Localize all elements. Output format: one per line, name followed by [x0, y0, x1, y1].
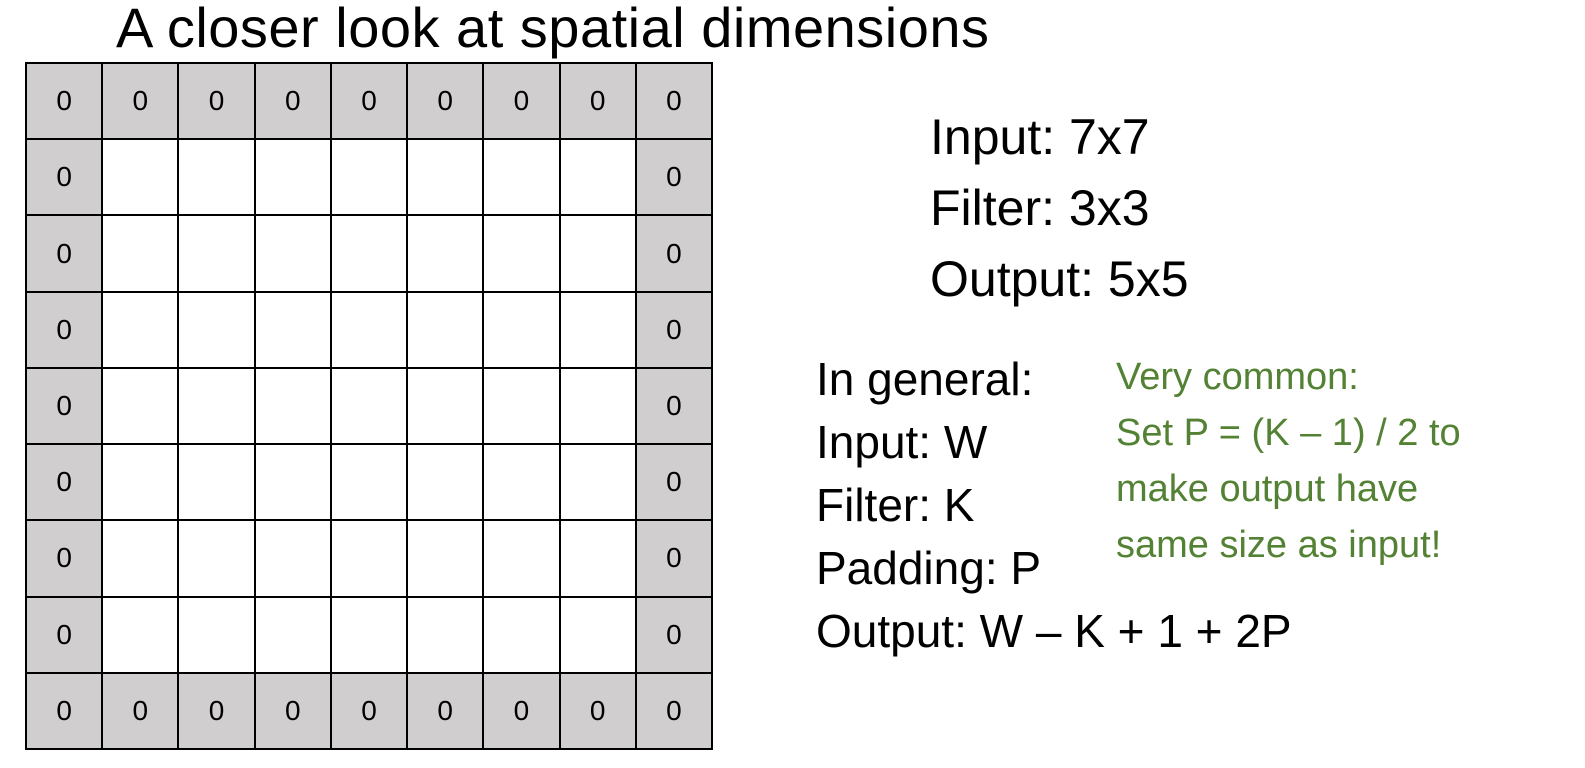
padding-cell: 0 [635, 63, 712, 140]
input-cell [254, 444, 331, 521]
input-cell [407, 596, 484, 673]
input-cell [330, 444, 408, 521]
input-cell [559, 139, 636, 216]
padding-cell: 0 [559, 63, 636, 140]
input-cell [102, 596, 179, 673]
input-cell [483, 520, 560, 597]
padding-tip: Very common: Set P = (K – 1) / 2 to make… [1116, 349, 1461, 573]
padding-cell: 0 [102, 63, 179, 140]
padding-cell: 0 [254, 672, 331, 749]
padding-cell: 0 [635, 672, 712, 749]
input-cell [254, 291, 331, 368]
input-cell [330, 139, 408, 216]
input-cell [483, 215, 560, 292]
input-cell [102, 291, 179, 368]
input-cell [407, 367, 484, 445]
input-cell [483, 291, 560, 368]
input-cell [178, 139, 255, 216]
padding-cell: 0 [635, 444, 712, 521]
input-cell [102, 139, 179, 216]
input-cell [407, 215, 484, 292]
example-output: Output: 5x5 [930, 251, 1189, 307]
input-cell [178, 215, 255, 292]
input-cell [483, 367, 560, 445]
input-cell [254, 596, 331, 673]
example-input: Input: 7x7 [930, 109, 1150, 165]
input-cell [483, 139, 560, 216]
input-cell [330, 291, 408, 368]
padding-cell: 0 [407, 672, 484, 749]
padded-input-grid: 00000000000000000000000000000000 [25, 62, 713, 750]
padding-cell: 0 [635, 215, 712, 292]
input-cell [178, 596, 255, 673]
input-cell [254, 367, 331, 445]
input-cell [102, 367, 179, 445]
padding-cell: 0 [178, 63, 255, 140]
input-cell [483, 444, 560, 521]
padding-cell: 0 [254, 63, 331, 140]
padding-cell: 0 [635, 520, 712, 597]
padding-cell: 0 [483, 63, 560, 140]
input-cell [102, 215, 179, 292]
padding-cell: 0 [407, 63, 484, 140]
slide-title: A closer look at spatial dimensions [116, 0, 990, 59]
input-cell [407, 139, 484, 216]
input-cell [330, 215, 408, 292]
input-cell [559, 291, 636, 368]
padding-cell: 0 [26, 367, 103, 445]
padding-cell: 0 [330, 672, 408, 749]
input-cell [254, 520, 331, 597]
padding-cell: 0 [559, 672, 636, 749]
padding-cell: 0 [26, 520, 103, 597]
example-filter: Filter: 3x3 [930, 180, 1150, 236]
tip-line-4: same size as input! [1116, 524, 1442, 566]
padding-cell: 0 [635, 596, 712, 673]
padding-cell: 0 [102, 672, 179, 749]
input-cell [178, 367, 255, 445]
padding-cell: 0 [26, 672, 103, 749]
input-cell [254, 139, 331, 216]
padding-cell: 0 [26, 215, 103, 292]
input-cell [407, 291, 484, 368]
padding-cell: 0 [330, 63, 408, 140]
tip-line-1: Very common: [1116, 356, 1359, 398]
tip-line-3: make output have [1116, 468, 1419, 510]
example-dimensions: Input: 7x7 Filter: 3x3 Output: 5x5 [930, 102, 1189, 315]
padding-cell: 0 [635, 139, 712, 216]
input-cell [407, 444, 484, 521]
general-output: Output: W – K + 1 + 2P [816, 605, 1292, 657]
input-cell [483, 596, 560, 673]
input-cell [559, 520, 636, 597]
padding-cell: 0 [635, 291, 712, 368]
input-cell [102, 444, 179, 521]
input-cell [559, 367, 636, 445]
padding-cell: 0 [483, 672, 560, 749]
padding-cell: 0 [26, 139, 103, 216]
tip-line-2: Set P = (K – 1) / 2 to [1116, 412, 1461, 454]
padding-cell: 0 [26, 291, 103, 368]
input-cell [330, 520, 408, 597]
input-cell [102, 520, 179, 597]
padding-cell: 0 [26, 444, 103, 521]
input-cell [330, 367, 408, 445]
padding-cell: 0 [178, 672, 255, 749]
input-cell [254, 215, 331, 292]
input-cell [178, 444, 255, 521]
padding-cell: 0 [26, 596, 103, 673]
padding-cell: 0 [635, 367, 712, 445]
input-cell [178, 520, 255, 597]
input-cell [559, 444, 636, 521]
input-cell [178, 291, 255, 368]
input-cell [407, 520, 484, 597]
padding-cell: 0 [26, 63, 103, 140]
input-cell [559, 215, 636, 292]
input-cell [559, 596, 636, 673]
input-cell [330, 596, 408, 673]
